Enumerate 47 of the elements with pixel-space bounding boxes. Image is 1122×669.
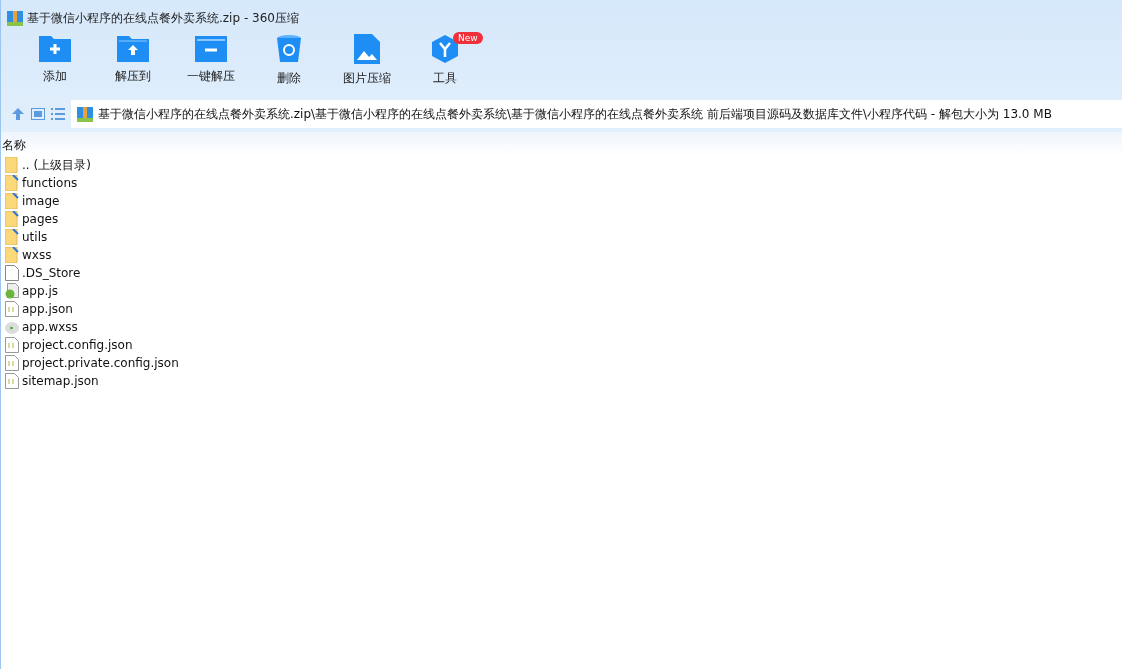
list-view-icon[interactable] — [51, 108, 65, 120]
recycle-bin-icon — [276, 34, 302, 64]
css-file-icon — [5, 319, 19, 335]
archive-icon — [7, 10, 23, 26]
folder-plus-icon — [39, 34, 71, 62]
file-icon — [5, 265, 19, 281]
file-name[interactable]: utils — [22, 230, 48, 244]
js-file-icon — [5, 283, 19, 299]
json-file-icon — [5, 355, 19, 371]
file-name[interactable]: project.config.json — [22, 338, 133, 352]
folder-icon — [5, 157, 19, 173]
image-file-icon — [354, 34, 380, 64]
thumbnail-view-icon[interactable] — [31, 108, 45, 120]
folder-shortcut-icon — [5, 193, 19, 209]
json-file-icon — [5, 373, 19, 389]
hexagon-y-icon — [430, 34, 460, 64]
file-name[interactable]: app.wxss — [22, 320, 78, 334]
json-file-icon — [5, 337, 19, 353]
toolbar-button[interactable]: 添加 — [15, 34, 95, 96]
up-arrow-icon[interactable] — [11, 107, 25, 121]
toolbar-button[interactable]: 图片压缩 — [327, 34, 407, 96]
address-bar[interactable]: 基于微信小程序的在线点餐外卖系统.zip\基于微信小程序的在线点餐外卖系统\基于微信小程序的在线点餐外卖系统 前后端项目源码及数据库文件\小程序代码 - 解包大小为 13.0 MB — [71, 100, 1122, 128]
archive-path: 基于微信小程序的在线点餐外卖系统.zip\基于微信小程序的在线点餐外卖系统\基于微信小程序的在线点餐外卖系统 前后端项目源码及数据库文件\小程序代码 - 解包大小为 13.0 MB — [98, 105, 1052, 123]
toolbar-button[interactable]: 删除 — [249, 34, 329, 96]
file-name[interactable]: wxss — [22, 248, 52, 262]
file-name[interactable]: pages — [22, 212, 59, 226]
folder-shortcut-icon — [5, 229, 19, 245]
folder-shortcut-icon — [5, 247, 19, 263]
toolbar-button[interactable]: 解压到 — [93, 34, 173, 96]
folder-shortcut-icon — [5, 175, 19, 191]
file-name[interactable]: sitemap.json — [22, 374, 99, 388]
file-name[interactable]: app.js — [22, 284, 58, 298]
file-name[interactable]: functions — [22, 176, 78, 190]
archive-icon — [77, 106, 93, 122]
toolbar-button[interactable]: 一键解压 — [171, 34, 251, 96]
new-badge: New — [453, 32, 483, 44]
toolbar-button[interactable]: 工具 New — [405, 34, 485, 96]
file-name[interactable]: app.json — [22, 302, 73, 316]
folder-upload-icon — [117, 34, 149, 62]
window-title: 基于微信小程序的在线点餐外卖系统.zip - 360压缩 — [27, 9, 299, 27]
folder-minus-icon — [195, 34, 227, 62]
file-name[interactable]: .DS_Store — [22, 266, 81, 280]
file-name[interactable]: .. (上级目录) — [22, 156, 91, 174]
folder-shortcut-icon — [5, 211, 19, 227]
file-name[interactable]: project.private.config.json — [22, 356, 179, 370]
file-name[interactable]: image — [22, 194, 60, 208]
json-file-icon — [5, 301, 19, 317]
